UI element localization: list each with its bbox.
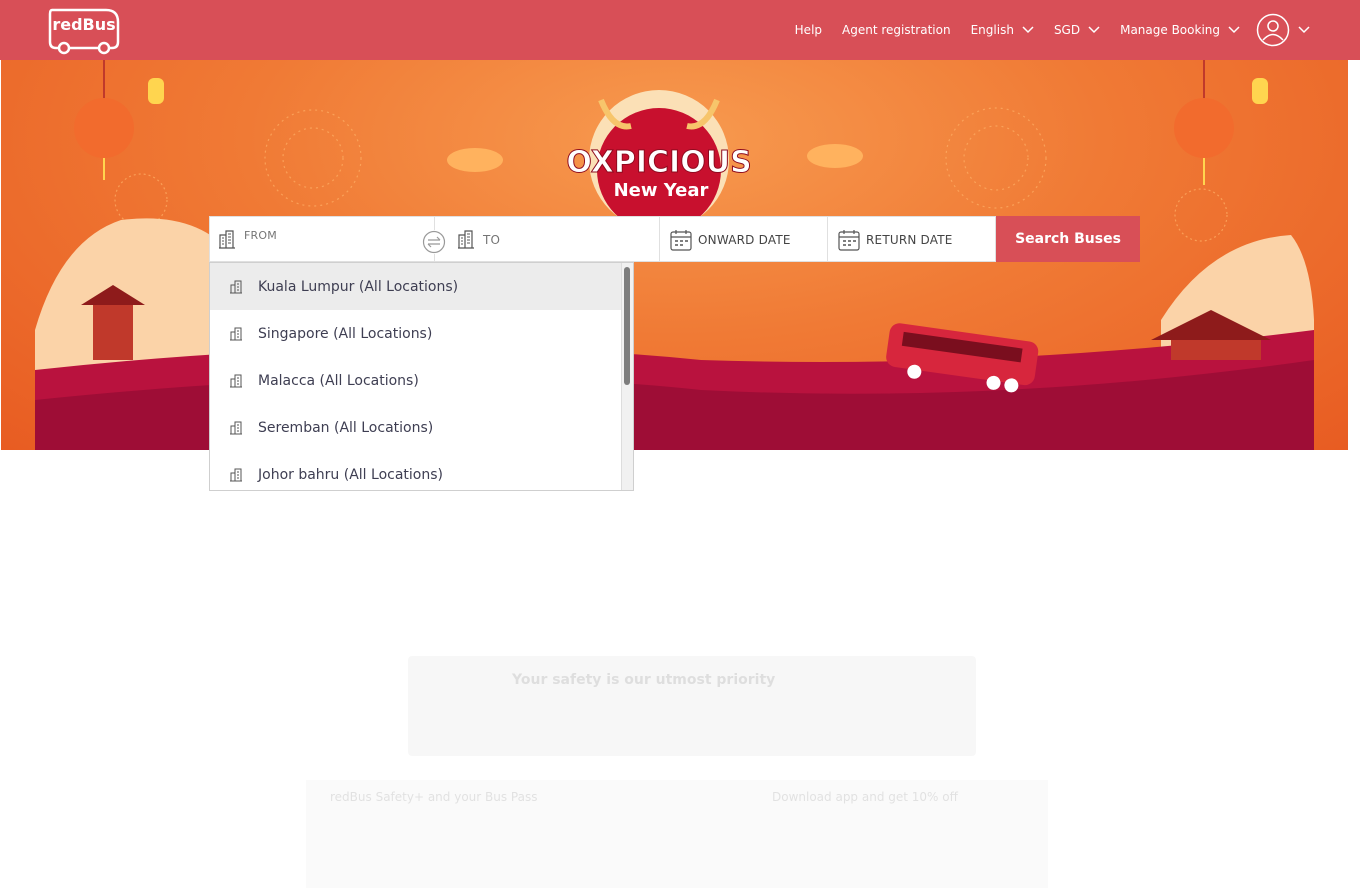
from-field[interactable]: FROM xyxy=(209,216,446,262)
city-building-icon xyxy=(219,230,235,249)
redbus-logo[interactable]: redBus xyxy=(46,6,122,56)
swap-cities-button[interactable] xyxy=(422,230,446,254)
app-download-title: Download app and get 10% off xyxy=(772,790,958,804)
suggestion-label: Seremban (All Locations) xyxy=(258,419,434,436)
suggestion-item[interactable]: Seremban (All Locations) xyxy=(210,404,622,451)
city-building-icon xyxy=(230,327,242,340)
language-dropdown[interactable]: English xyxy=(971,23,1034,37)
onward-date-label: ONWARD DATE xyxy=(698,233,791,247)
language-label: English xyxy=(970,23,1014,37)
suggestion-item[interactable]: Kuala Lumpur (All Locations) xyxy=(210,263,622,310)
city-building-icon xyxy=(458,230,474,249)
manage-booking-dropdown[interactable]: Manage Booking xyxy=(1120,23,1240,37)
safety-plus-title: redBus Safety+ and your Bus Pass xyxy=(330,790,538,804)
suggestion-label: Kuala Lumpur (All Locations) xyxy=(258,278,459,295)
logo-text: redBus xyxy=(52,15,115,34)
safety-banner xyxy=(408,656,976,756)
city-building-icon xyxy=(230,468,242,481)
city-building-icon xyxy=(230,421,242,434)
return-date-field[interactable]: RETURN DATE xyxy=(828,216,996,262)
suggestion-label: Johor bahru (All Locations) xyxy=(258,466,443,483)
from-label: FROM xyxy=(244,229,277,242)
return-date-label: RETURN DATE xyxy=(866,233,953,247)
agent-registration-label: Agent registration xyxy=(842,23,951,37)
header-nav: Help Agent registration English SGD Mana… xyxy=(775,0,1310,60)
banner-title: OXPICIOUS xyxy=(566,145,751,180)
suggestion-item[interactable]: Singapore (All Locations) xyxy=(210,310,622,357)
suggestion-item[interactable]: Johor bahru (All Locations) xyxy=(210,451,622,490)
suggestion-item[interactable]: Malacca (All Locations) xyxy=(210,357,622,404)
chevron-down-icon xyxy=(1228,26,1240,34)
to-label: TO xyxy=(483,233,501,247)
currency-dropdown[interactable]: SGD xyxy=(1054,23,1100,37)
agent-registration-link[interactable]: Agent registration xyxy=(842,23,951,37)
calendar-icon xyxy=(670,230,692,251)
chevron-down-icon xyxy=(1022,26,1034,34)
from-city-suggestions: Kuala Lumpur (All Locations) Singapore (… xyxy=(209,262,634,491)
onward-date-field[interactable]: ONWARD DATE xyxy=(660,216,828,262)
safety-title: Your safety is our utmost priority xyxy=(512,672,776,688)
user-account-icon[interactable] xyxy=(1256,13,1290,47)
chevron-down-icon[interactable] xyxy=(1298,26,1310,34)
manage-booking-label: Manage Booking xyxy=(1120,23,1220,37)
city-building-icon xyxy=(230,374,242,387)
to-field[interactable]: TO xyxy=(434,216,660,262)
city-building-icon xyxy=(230,280,242,293)
suggestions-scrollbar[interactable] xyxy=(621,263,633,490)
search-buses-button[interactable]: Search Buses xyxy=(996,216,1140,262)
currency-label: SGD xyxy=(1053,23,1081,37)
chevron-down-icon xyxy=(1088,26,1100,34)
scrollbar-thumb[interactable] xyxy=(624,267,630,385)
swap-icon xyxy=(422,230,446,254)
banner-subtitle: New Year xyxy=(614,180,709,201)
top-header: redBus Help Agent registration English S… xyxy=(0,0,1360,60)
help-link[interactable]: Help xyxy=(795,23,822,37)
bus-search-form: FROM TO ONWARD DATE RETURN DATE Search B… xyxy=(209,216,1140,262)
suggestion-label: Singapore (All Locations) xyxy=(258,325,433,342)
calendar-icon xyxy=(838,230,860,251)
suggestion-label: Malacca (All Locations) xyxy=(258,372,419,389)
